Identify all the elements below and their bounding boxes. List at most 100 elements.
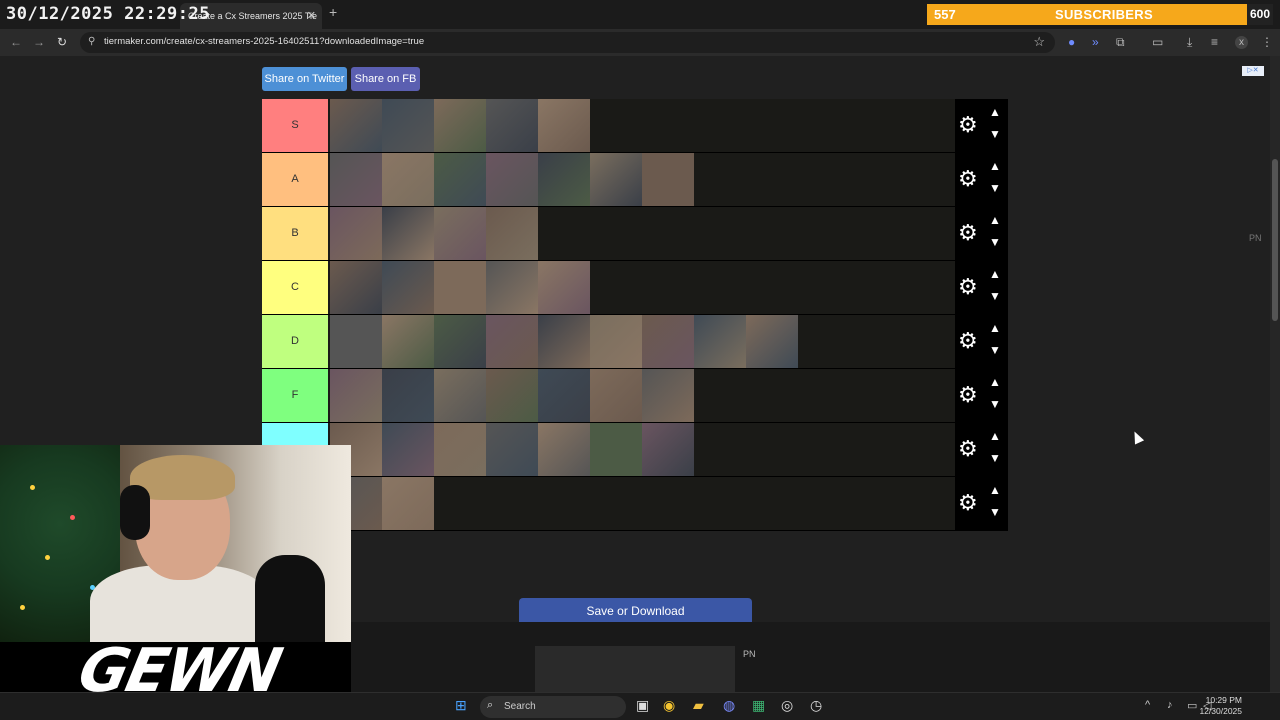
- save-download-button[interactable]: Save or Download: [519, 598, 752, 622]
- streamer-thumbnail[interactable]: [486, 99, 538, 152]
- streamer-thumbnail[interactable]: [486, 315, 538, 368]
- new-tab-button[interactable]: +: [329, 4, 337, 20]
- streamer-thumbnail[interactable]: [746, 315, 798, 368]
- extension-icon[interactable]: ●: [1068, 35, 1075, 49]
- app-icon[interactable]: ◎: [781, 697, 793, 714]
- read-aloud-icon[interactable]: »: [1092, 35, 1099, 49]
- gear-icon[interactable]: ⚙: [958, 274, 978, 300]
- site-info-icon[interactable]: ⚲: [88, 36, 95, 47]
- streamer-thumbnail[interactable]: [538, 423, 590, 476]
- chevron-up-icon[interactable]: ▲: [989, 159, 1001, 173]
- streamer-thumbnail[interactable]: [486, 207, 538, 260]
- tier-label[interactable]: B: [262, 207, 328, 260]
- streamer-thumbnail[interactable]: [434, 369, 486, 422]
- extensions-puzzle-icon[interactable]: ⧉: [1116, 35, 1125, 50]
- streamer-thumbnail[interactable]: [434, 153, 486, 206]
- taskbar-clock[interactable]: 10:29 PM 12/30/2025: [1199, 695, 1242, 717]
- streamer-thumbnail[interactable]: [330, 153, 382, 206]
- streamer-thumbnail[interactable]: [642, 315, 694, 368]
- close-tab-icon[interactable]: ✕: [307, 3, 316, 29]
- gear-icon[interactable]: ⚙: [958, 220, 978, 246]
- streamer-thumbnail[interactable]: [434, 261, 486, 314]
- streamer-thumbnail[interactable]: [382, 369, 434, 422]
- microphone-tray-icon[interactable]: ♪: [1167, 699, 1173, 711]
- streamer-thumbnail[interactable]: [538, 153, 590, 206]
- streamer-thumbnail[interactable]: [330, 261, 382, 314]
- gear-icon[interactable]: ⚙: [958, 166, 978, 192]
- share-fb-button[interactable]: Share on FB: [351, 67, 420, 91]
- streamer-thumbnail[interactable]: [382, 423, 434, 476]
- streamer-thumbnail[interactable]: [538, 315, 590, 368]
- streamer-thumbnail[interactable]: [486, 261, 538, 314]
- streamer-thumbnail[interactable]: [590, 153, 642, 206]
- excel-icon[interactable]: ▦: [752, 697, 765, 714]
- streamer-thumbnail[interactable]: [382, 153, 434, 206]
- reload-icon[interactable]: ↻: [57, 35, 67, 49]
- streamer-thumbnail[interactable]: [434, 207, 486, 260]
- chevron-down-icon[interactable]: ▼: [989, 127, 1001, 141]
- tier-label[interactable]: S: [262, 99, 328, 152]
- streamer-thumbnail[interactable]: [382, 261, 434, 314]
- streamer-thumbnail[interactable]: [330, 315, 382, 368]
- ad-image[interactable]: [535, 646, 735, 692]
- chevron-down-icon[interactable]: ▼: [989, 505, 1001, 519]
- chevron-down-icon[interactable]: ▼: [989, 343, 1001, 357]
- streamer-thumbnail[interactable]: [382, 207, 434, 260]
- tray-chevron-icon[interactable]: ^: [1145, 699, 1150, 711]
- streamer-thumbnail[interactable]: [538, 369, 590, 422]
- gear-icon[interactable]: ⚙: [958, 112, 978, 138]
- streamer-thumbnail[interactable]: [590, 369, 642, 422]
- address-bar[interactable]: ⚲ tiermaker.com/create/cx-streamers-2025…: [80, 32, 1055, 53]
- task-view-icon[interactable]: ▣: [636, 697, 649, 714]
- clock-app-icon[interactable]: ◷: [810, 697, 822, 714]
- chevron-up-icon[interactable]: ▲: [989, 213, 1001, 227]
- star-icon[interactable]: ☆: [1033, 34, 1045, 50]
- streamer-thumbnail[interactable]: [642, 423, 694, 476]
- start-icon[interactable]: ⊞: [455, 697, 467, 714]
- taskbar-search[interactable]: ⌕ Search: [480, 696, 626, 718]
- chevron-down-icon[interactable]: ▼: [989, 289, 1001, 303]
- chrome-icon[interactable]: ◉: [663, 697, 675, 714]
- streamer-thumbnail[interactable]: [434, 315, 486, 368]
- streamer-thumbnail[interactable]: [382, 315, 434, 368]
- scrollbar-thumb[interactable]: [1272, 159, 1278, 321]
- network-icon[interactable]: ▭: [1187, 699, 1197, 712]
- chevron-down-icon[interactable]: ▼: [989, 181, 1001, 195]
- chevron-up-icon[interactable]: ▲: [989, 321, 1001, 335]
- streamer-thumbnail[interactable]: [330, 99, 382, 152]
- streamer-thumbnail[interactable]: [382, 477, 434, 530]
- streamer-thumbnail[interactable]: [538, 261, 590, 314]
- ad-choices-icon[interactable]: ▷✕: [1242, 66, 1264, 76]
- streamer-thumbnail[interactable]: [486, 153, 538, 206]
- streamer-thumbnail[interactable]: [590, 423, 642, 476]
- gear-icon[interactable]: ⚙: [958, 382, 978, 408]
- chevron-up-icon[interactable]: ▲: [989, 375, 1001, 389]
- tier-label[interactable]: C: [262, 261, 328, 314]
- gear-icon[interactable]: ⚙: [958, 436, 978, 462]
- chevron-down-icon[interactable]: ▼: [989, 235, 1001, 249]
- streamer-thumbnail[interactable]: [694, 315, 746, 368]
- forward-icon[interactable]: →: [33, 35, 45, 49]
- streamer-thumbnail[interactable]: [486, 423, 538, 476]
- streamer-thumbnail[interactable]: [434, 423, 486, 476]
- gear-icon[interactable]: ⚙: [958, 328, 978, 354]
- chevron-up-icon[interactable]: ▲: [989, 105, 1001, 119]
- menu-icon[interactable]: ⋮: [1261, 35, 1273, 49]
- chevron-up-icon[interactable]: ▲: [989, 267, 1001, 281]
- gear-icon[interactable]: ⚙: [958, 490, 978, 516]
- streamer-thumbnail[interactable]: [486, 369, 538, 422]
- back-icon[interactable]: ←: [10, 35, 22, 49]
- tier-label[interactable]: D: [262, 315, 328, 368]
- page-scrollbar[interactable]: [1270, 56, 1280, 692]
- share-twitter-button[interactable]: Share on Twitter: [262, 67, 347, 91]
- profile-icon[interactable]: x: [1235, 36, 1248, 49]
- sidepanel-icon[interactable]: ▭: [1152, 35, 1163, 49]
- chevron-down-icon[interactable]: ▼: [989, 451, 1001, 465]
- download-icon[interactable]: ⤓: [1187, 35, 1192, 50]
- streamer-thumbnail[interactable]: [590, 315, 642, 368]
- streamer-thumbnail[interactable]: [434, 99, 486, 152]
- tier-label[interactable]: F: [262, 369, 328, 422]
- chevron-up-icon[interactable]: ▲: [989, 483, 1001, 497]
- chevron-up-icon[interactable]: ▲: [989, 429, 1001, 443]
- streamer-thumbnail[interactable]: [642, 369, 694, 422]
